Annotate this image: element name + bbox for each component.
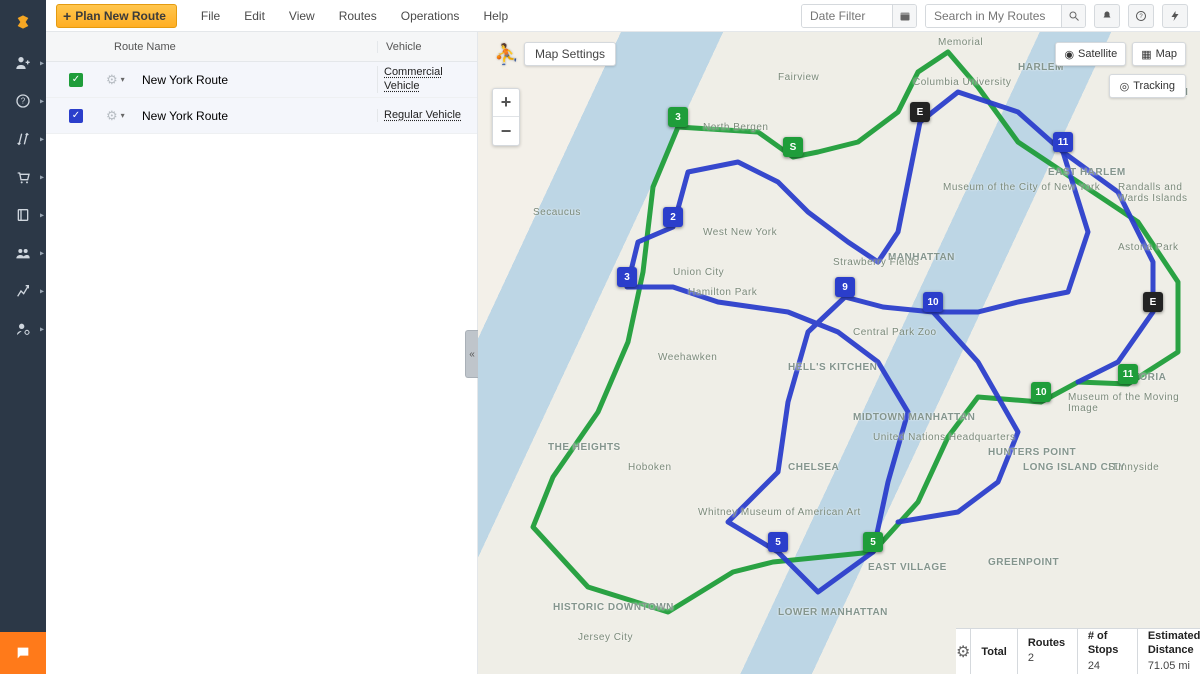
route-checkbox[interactable]: ✓ <box>69 109 83 123</box>
route-stop-marker[interactable]: 3 <box>668 107 688 127</box>
route-stop-marker[interactable]: 11 <box>1118 364 1138 384</box>
totals-value: 71.05 mi <box>1148 658 1197 674</box>
svg-text:?: ? <box>1139 14 1143 20</box>
date-filter[interactable] <box>801 4 917 28</box>
menu-file[interactable]: File <box>189 0 232 32</box>
route-stop-marker[interactable]: 11 <box>1053 132 1073 152</box>
nav-team[interactable]: ▸ <box>0 234 46 272</box>
route-list-header: Route Name Vehicle <box>46 32 477 62</box>
totals-settings-button[interactable]: ⚙ <box>956 629 971 674</box>
quick-action-button[interactable] <box>1162 4 1188 28</box>
route-vehicle[interactable]: Commercial Vehicle <box>377 66 477 92</box>
app-logo-icon <box>0 0 46 44</box>
zoom-control: + − <box>492 88 520 146</box>
chevron-down-icon[interactable]: ▾ <box>121 111 125 120</box>
search-input[interactable] <box>926 5 1061 27</box>
map-type-toggle: ◉Satellite ▦Map <box>1055 42 1186 66</box>
search-my-routes[interactable] <box>925 4 1086 28</box>
route-checkbox[interactable]: ✓ <box>69 73 83 87</box>
support-chat-button[interactable] <box>0 632 46 674</box>
totals-bar: ⚙ Total Routes2# of Stops24Estimated Dis… <box>956 628 1200 674</box>
collapse-panel-button[interactable]: « <box>465 330 478 378</box>
search-icon[interactable] <box>1061 5 1085 27</box>
nav-chart[interactable]: ▸ <box>0 272 46 310</box>
plus-icon: + <box>63 9 71 23</box>
totals-cell: # of Stops24 <box>1078 629 1138 674</box>
route-vehicle[interactable]: Regular Vehicle <box>377 109 477 122</box>
menu-routes[interactable]: Routes <box>327 0 389 32</box>
totals-cell: Routes2 <box>1018 629 1078 674</box>
menu-edit[interactable]: Edit <box>232 0 277 32</box>
totals-cell: Estimated Distance71.05 mi <box>1138 629 1200 674</box>
svg-text:?: ? <box>21 97 26 106</box>
route-stop-marker[interactable]: 10 <box>923 292 943 312</box>
route-list-panel: Route Name Vehicle ✓⚙▾New York RouteComm… <box>46 32 478 674</box>
plan-new-route-label: Plan New Route <box>75 9 166 23</box>
gear-icon[interactable]: ⚙ <box>106 108 118 124</box>
map-viewport[interactable]: ⛹ Map Settings + − ◉Satellite ▦Map ◎Trac… <box>478 32 1200 674</box>
globe-icon: ◉ <box>1064 48 1074 61</box>
route-stop-marker[interactable]: 3 <box>617 267 637 287</box>
nav-user-gear[interactable]: ▸ <box>0 310 46 348</box>
map-settings-button[interactable]: Map Settings <box>524 42 616 66</box>
nav-route-arrows[interactable]: ▸ <box>0 120 46 158</box>
route-stop-marker[interactable]: 2 <box>663 207 683 227</box>
totals-value: 24 <box>1088 658 1127 674</box>
route-stop-marker[interactable]: E <box>910 102 930 122</box>
calendar-icon[interactable] <box>892 5 916 27</box>
route-name: New York Route <box>134 109 377 123</box>
help-button[interactable]: ? <box>1128 4 1154 28</box>
route-row[interactable]: ✓ ⚙▾ New York RouteCommercial Vehicle <box>46 62 477 98</box>
target-icon: ◎ <box>1120 80 1130 93</box>
left-nav-rail: ▸?▸▸▸▸▸▸▸ <box>0 0 46 674</box>
zoom-in-button[interactable]: + <box>493 89 519 117</box>
nav-cart[interactable]: ▸ <box>0 158 46 196</box>
map-button[interactable]: ▦Map <box>1132 42 1186 66</box>
route-stop-marker[interactable]: E <box>1143 292 1163 312</box>
route-stop-marker[interactable]: 10 <box>1031 382 1051 402</box>
route-stop-marker[interactable]: 5 <box>768 532 788 552</box>
route-name: New York Route <box>134 73 377 87</box>
date-filter-input[interactable] <box>802 5 892 27</box>
nav-add-user[interactable]: ▸ <box>0 44 46 82</box>
route-stop-marker[interactable]: 5 <box>863 532 883 552</box>
menu-operations[interactable]: Operations <box>389 0 472 32</box>
plan-new-route-button[interactable]: + Plan New Route <box>56 4 177 28</box>
top-toolbar: + Plan New Route FileEditViewRoutesOpera… <box>46 0 1200 32</box>
streetview-pegman-icon[interactable]: ⛹ <box>494 42 519 67</box>
column-header-vehicle[interactable]: Vehicle <box>377 41 477 53</box>
satellite-button[interactable]: ◉Satellite <box>1055 42 1126 66</box>
nav-book[interactable]: ▸ <box>0 196 46 234</box>
totals-header: Estimated Distance <box>1148 629 1197 658</box>
column-header-name[interactable]: Route Name <box>106 41 377 53</box>
menubar: FileEditViewRoutesOperationsHelp <box>189 0 520 32</box>
tracking-button[interactable]: ◎Tracking <box>1109 74 1186 98</box>
zoom-out-button[interactable]: − <box>493 117 519 145</box>
menu-help[interactable]: Help <box>471 0 520 32</box>
notifications-button[interactable] <box>1094 4 1120 28</box>
totals-header: # of Stops <box>1088 629 1127 658</box>
route-stop-marker[interactable]: S <box>783 137 803 157</box>
totals-header: Routes <box>1028 636 1067 650</box>
nav-help[interactable]: ?▸ <box>0 82 46 120</box>
route-row[interactable]: ✓ ⚙▾ New York RouteRegular Vehicle <box>46 98 477 134</box>
route-stop-marker[interactable]: 9 <box>835 277 855 297</box>
menu-view[interactable]: View <box>277 0 327 32</box>
gear-icon[interactable]: ⚙ <box>106 72 118 88</box>
map-icon: ▦ <box>1141 48 1151 61</box>
route-overlay <box>478 32 1200 674</box>
totals-label: Total <box>971 629 1017 674</box>
chevron-down-icon[interactable]: ▾ <box>121 75 125 84</box>
totals-value: 2 <box>1028 650 1067 667</box>
